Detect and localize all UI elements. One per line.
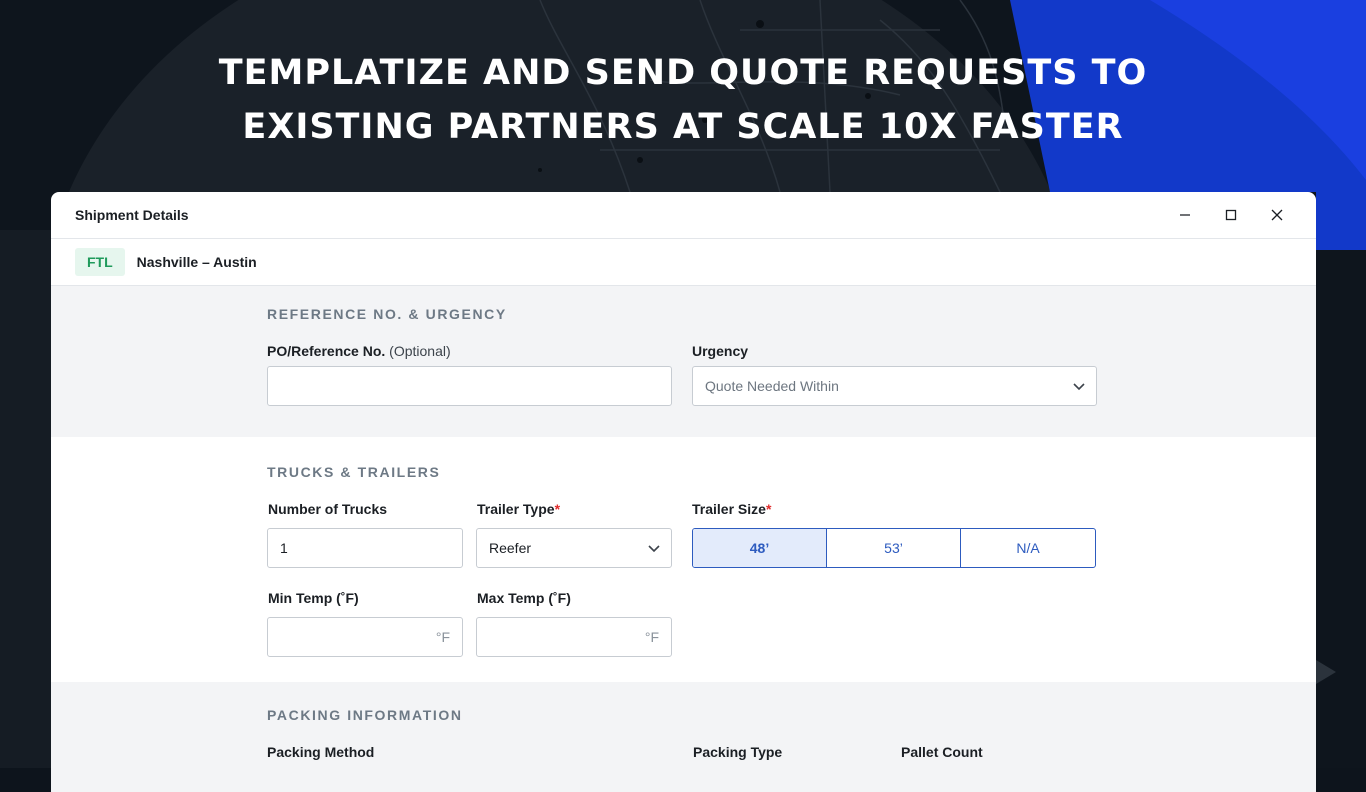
packing-method-label: Packing Method: [267, 744, 375, 760]
trailer-size-option-48[interactable]: 48’: [693, 529, 827, 567]
trucks-section: TRUCKS & TRAILERS Number of Trucks 1 Tra…: [51, 437, 1316, 682]
po-optional-text: (Optional): [389, 343, 451, 359]
pallet-count-label: Pallet Count: [901, 744, 983, 760]
close-button[interactable]: [1254, 192, 1300, 238]
close-icon: [1271, 209, 1283, 221]
max-temp-label: Max Temp (˚F): [477, 590, 571, 606]
maximize-button[interactable]: [1208, 192, 1254, 238]
max-temp-input[interactable]: °F: [476, 617, 672, 657]
trailer-type-label-text: Trailer Type: [477, 501, 555, 517]
number-of-trucks-input[interactable]: 1: [267, 528, 463, 568]
minimize-icon: [1180, 214, 1190, 216]
number-of-trucks-value: 1: [280, 540, 288, 556]
min-temp-unit: °F: [435, 629, 450, 645]
section-title-packing: PACKING INFORMATION: [267, 707, 463, 723]
chevron-down-icon: [648, 545, 660, 553]
trailer-size-label-text: Trailer Size: [692, 501, 766, 517]
window-title: Shipment Details: [75, 207, 189, 223]
number-of-trucks-label: Number of Trucks: [268, 501, 388, 517]
urgency-select[interactable]: Quote Needed Within: [692, 366, 1097, 406]
trailer-size-label: Trailer Size*: [692, 501, 771, 517]
headline-line-1: TEMPLATIZE AND SEND QUOTE REQUESTS TO: [218, 53, 1148, 93]
section-title-trucks: TRUCKS & TRAILERS: [267, 464, 441, 480]
po-reference-label: PO/Reference No. (Optional): [267, 343, 451, 359]
trailer-size-option-na[interactable]: N/A: [961, 529, 1095, 567]
window-titlebar: Shipment Details: [51, 192, 1316, 239]
route-bar: FTL Nashville – Austin: [51, 239, 1316, 286]
minimize-button[interactable]: [1162, 192, 1208, 238]
urgency-placeholder: Quote Needed Within: [705, 378, 839, 394]
packing-section: PACKING INFORMATION Packing Method Packi…: [51, 682, 1316, 792]
po-reference-input[interactable]: [267, 366, 672, 406]
trailer-size-toggle: 48’ 53’ N/A: [692, 528, 1096, 568]
required-mark: *: [554, 501, 561, 517]
trailer-type-label: Trailer Type*: [477, 501, 560, 517]
min-temp-input[interactable]: °F: [267, 617, 463, 657]
trailer-type-select[interactable]: Reefer: [476, 528, 672, 568]
po-label-text: PO/Reference No.: [267, 343, 386, 359]
packing-type-label: Packing Type: [693, 744, 783, 760]
urgency-label: Urgency: [692, 343, 749, 359]
trailer-type-value: Reefer: [489, 540, 532, 556]
trailer-size-option-53[interactable]: 53’: [827, 529, 961, 567]
window-controls: [1162, 192, 1300, 238]
reference-section: REFERENCE NO. & URGENCY PO/Reference No.…: [51, 286, 1316, 437]
route-lane: Nashville – Austin: [136, 254, 257, 270]
required-mark: *: [765, 501, 772, 517]
chevron-down-icon: [1073, 383, 1085, 391]
hero-headline: TEMPLATIZE AND SEND QUOTE REQUESTS TO EX…: [0, 46, 1366, 154]
max-temp-unit: °F: [644, 629, 659, 645]
headline-line-2: EXISTING PARTNERS AT SCALE 10X FASTER: [242, 107, 1124, 147]
mode-badge: FTL: [75, 248, 125, 276]
min-temp-label: Min Temp (˚F): [268, 590, 359, 606]
shipment-details-window: Shipment Details FTL Nashville – Austin …: [51, 192, 1316, 792]
maximize-icon: [1225, 209, 1237, 221]
section-title-reference: REFERENCE NO. & URGENCY: [267, 306, 507, 322]
